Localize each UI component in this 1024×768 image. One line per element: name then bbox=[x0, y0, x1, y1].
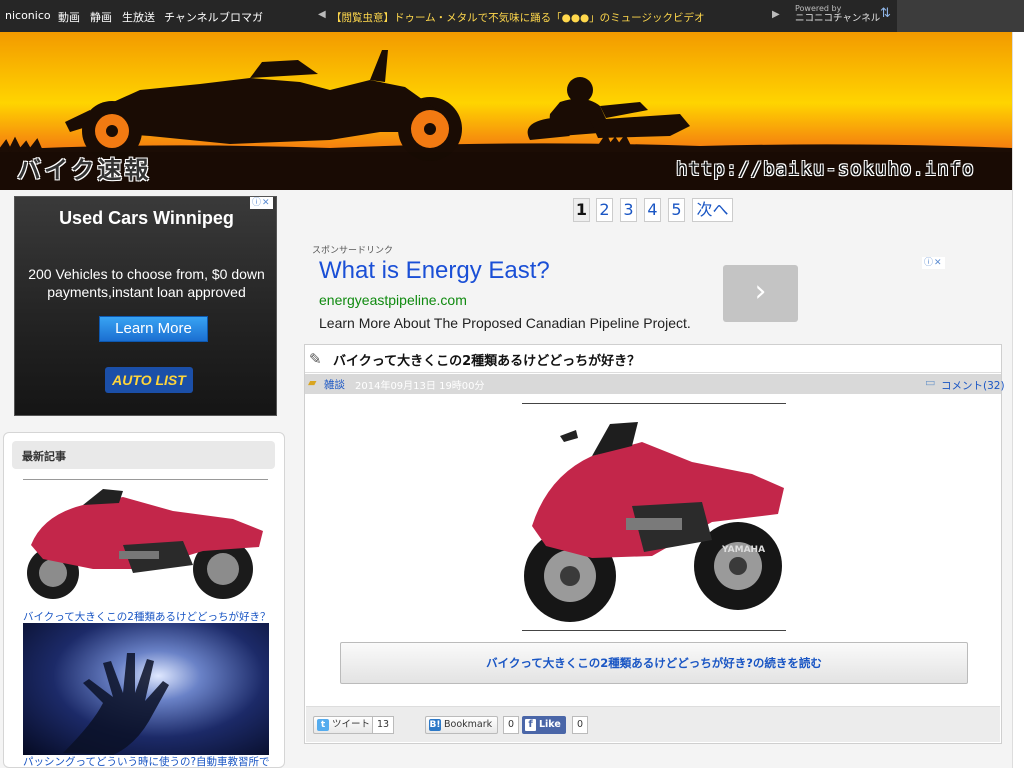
scroll-updown-icon[interactable]: ⇅ bbox=[880, 6, 891, 21]
niconico-top-bar: niconico 動画 静画 生放送 チャンネル ブロマガ ◀ 【閲覧虫意】ドゥ… bbox=[0, 0, 1024, 32]
ad-description: 200 Vehicles to choose from, $0 down pay… bbox=[28, 266, 265, 300]
read-more-button[interactable]: バイクって大きくこの2種類あるけどどっちが好き?の続きを読む bbox=[340, 642, 968, 684]
ad-learn-more-button[interactable]: Learn More bbox=[99, 316, 208, 342]
article-meta-bar: ▰ 雑談 2014年09月13日 19時00分 ▭ コメント(32) bbox=[305, 374, 1005, 394]
red-sport-motorcycle-image: YAMAHA bbox=[522, 406, 786, 628]
bookmark-label: Bookmark bbox=[444, 719, 493, 730]
nav-blomaga[interactable]: ブロマガ bbox=[219, 9, 263, 25]
hand-light-thumbnail-image bbox=[63, 653, 169, 755]
like-count: 0 bbox=[572, 716, 589, 734]
page-2-link[interactable]: 2 bbox=[596, 198, 613, 222]
nicobar-right-panel bbox=[897, 0, 1024, 32]
autolist-logo[interactable]: AUTO LIST bbox=[105, 367, 193, 393]
sponsored-label: スポンサードリンク bbox=[312, 246, 394, 256]
sponsor-headline[interactable]: What is Energy East? bbox=[319, 257, 550, 285]
next-page-link[interactable]: 次へ bbox=[692, 198, 733, 222]
divider bbox=[23, 479, 268, 480]
sponsor-description: Learn More About The Proposed Canadian P… bbox=[319, 315, 691, 331]
powered-by-niconico-channel[interactable]: Powered by ニコニコチャンネル bbox=[795, 4, 880, 24]
recent-thumbnail-motorcycle[interactable] bbox=[23, 485, 269, 603]
share-bar: t ツイート 13 B! Bookmark 0 f Like 0 bbox=[306, 706, 1000, 742]
ad-title[interactable]: Used Cars Winnipeg bbox=[15, 208, 276, 229]
adchoices-icon[interactable]: ⓘ✕ bbox=[922, 257, 945, 269]
ticker-next-icon[interactable]: ▶ bbox=[772, 9, 780, 20]
nav-niconico[interactable]: niconico bbox=[5, 9, 51, 22]
facebook-like-button[interactable]: f Like bbox=[522, 716, 566, 734]
nav-channel[interactable]: チャンネル bbox=[164, 9, 219, 25]
sponsor-domain[interactable]: energyeastpipeline.com bbox=[319, 292, 467, 308]
facebook-icon: f bbox=[525, 719, 536, 731]
image-top-rule bbox=[522, 403, 786, 404]
svg-text:YAMAHA: YAMAHA bbox=[721, 545, 765, 555]
sponsored-link-ad[interactable]: スポンサードリンク What is Energy East? energyeas… bbox=[304, 240, 954, 336]
like-label: Like bbox=[539, 719, 561, 730]
page-1-current: 1 bbox=[573, 198, 590, 222]
tweet-count: 13 bbox=[372, 716, 395, 734]
recent-articles-panel: 最新記事 バイクって大きくこの2種類あるけどどっちが好き？ パッシングってどうい… bbox=[3, 432, 285, 768]
comment-icon: ▭ bbox=[925, 376, 936, 389]
recent-thumbnail-hand[interactable] bbox=[23, 623, 269, 755]
nav-live[interactable]: 生放送 bbox=[122, 9, 155, 25]
nav-seiga[interactable]: 静画 bbox=[90, 9, 112, 25]
site-banner[interactable]: バイク速報 http://baiku-sokuho.info bbox=[0, 32, 1012, 190]
folder-icon: ▰ bbox=[308, 376, 317, 389]
hatena-bookmark-button[interactable]: B! Bookmark bbox=[425, 716, 499, 734]
article-main-image[interactable]: YAMAHA bbox=[522, 406, 786, 628]
bookmark-count: 0 bbox=[503, 716, 520, 734]
niconico-channel-logo: ニコニコチャンネル bbox=[795, 13, 881, 24]
motorcycle-thumbnail-image bbox=[23, 485, 269, 603]
page-4-link[interactable]: 4 bbox=[644, 198, 661, 222]
site-title[interactable]: バイク速報 bbox=[17, 150, 152, 185]
left-sidebar-ad[interactable]: Used Cars Winnipeg 200 Vehicles to choos… bbox=[14, 196, 277, 416]
tweet-button[interactable]: t ツイート bbox=[313, 716, 377, 734]
article-category-link[interactable]: 雑談 bbox=[324, 377, 345, 392]
article-title-bar: ✎ バイクって大きくこの2種類あるけどどっちが好き？ bbox=[305, 345, 1001, 373]
tweet-label: ツイート bbox=[332, 719, 371, 730]
comments-link[interactable]: コメント(32) bbox=[941, 378, 1005, 393]
page-3-link[interactable]: 3 bbox=[620, 198, 637, 222]
article-date: 2014年09月13日 19時00分 bbox=[355, 381, 485, 392]
nav-douga[interactable]: 動画 bbox=[58, 9, 80, 25]
twitter-bird-icon: t bbox=[317, 719, 329, 731]
adchoices-icon[interactable]: ⓘ✕ bbox=[250, 197, 273, 209]
hatena-b-icon: B! bbox=[429, 719, 441, 731]
pen-icon: ✎ bbox=[309, 350, 322, 368]
image-bottom-rule bbox=[522, 630, 786, 631]
right-page-edge bbox=[1012, 32, 1024, 768]
news-ticker[interactable]: 【閲覧虫意】ドゥーム・メタルで不気味に踊る「●●●」のミュージックビデオ bbox=[331, 10, 704, 25]
ticker-prev-icon[interactable]: ◀ bbox=[318, 9, 326, 20]
site-url: http://baiku-sokuho.info bbox=[676, 158, 975, 180]
recent-article-link[interactable]: バイクって大きくこの2種類あるけどどっちが好き？ bbox=[23, 609, 270, 624]
recent-article-link[interactable]: パッシングってどういう時に使うの?自動車教習所で bbox=[23, 754, 270, 767]
article-title[interactable]: バイクって大きくこの2種類あるけどどっちが好き？ bbox=[333, 350, 640, 369]
sponsor-go-arrow-icon[interactable]: › bbox=[723, 265, 798, 322]
page-5-link[interactable]: 5 bbox=[668, 198, 685, 222]
recent-articles-header: 最新記事 bbox=[12, 441, 275, 469]
article-card: ✎ バイクって大きくこの2種類あるけどどっちが好き？ ▰ 雑談 2014年09月… bbox=[304, 344, 1005, 744]
